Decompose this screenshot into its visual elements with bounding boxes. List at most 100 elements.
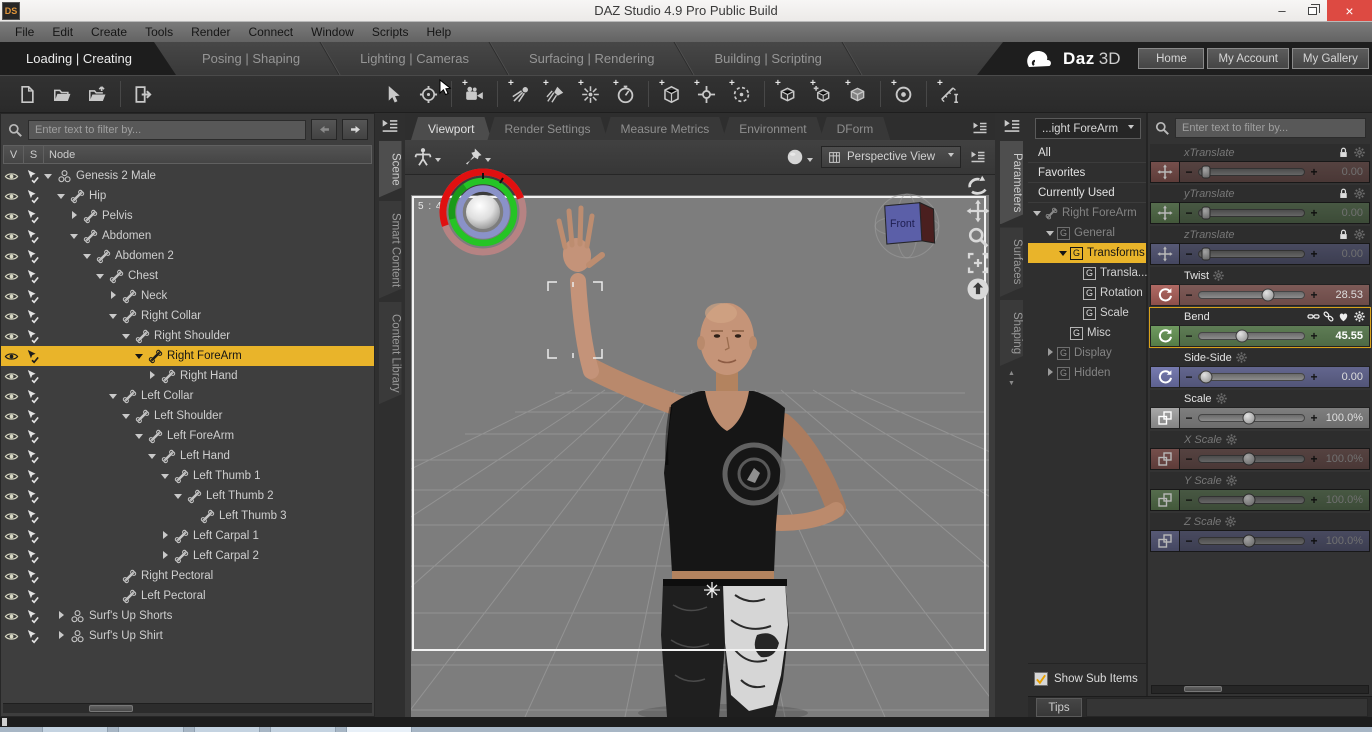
parameter-value[interactable]: 100.0% bbox=[1319, 535, 1365, 547]
visibility-eye-icon[interactable] bbox=[1, 248, 22, 264]
scene-tree-row[interactable]: Left Carpal 1 bbox=[1, 526, 374, 546]
show-sub-items-checkbox[interactable] bbox=[1034, 672, 1048, 686]
nudge-decrement-button[interactable]: − bbox=[1184, 370, 1194, 384]
visibility-eye-icon[interactable] bbox=[1, 228, 22, 244]
selectability-cursor-icon[interactable] bbox=[22, 548, 43, 564]
expand-arrow[interactable] bbox=[160, 470, 172, 482]
scene-tree-row[interactable]: Left Thumb 2 bbox=[1, 486, 374, 506]
tool-button[interactable]: + bbox=[890, 78, 917, 108]
parameter-link-icons[interactable] bbox=[1307, 310, 1350, 323]
visibility-eye-icon[interactable] bbox=[1, 348, 22, 364]
parameter-value[interactable]: 0.00 bbox=[1319, 207, 1365, 219]
visibility-eye-icon[interactable] bbox=[1, 628, 22, 644]
visibility-eye-icon[interactable] bbox=[1, 368, 22, 384]
account-link-button[interactable]: My Gallery bbox=[1291, 48, 1369, 69]
selectability-cursor-icon[interactable] bbox=[22, 348, 43, 364]
slider-track[interactable] bbox=[1198, 206, 1305, 220]
rotation-ball-control[interactable] bbox=[435, 164, 531, 260]
visibility-eye-icon[interactable] bbox=[1, 388, 22, 404]
slider-track[interactable] bbox=[1198, 247, 1305, 261]
gear-icon[interactable] bbox=[1353, 187, 1366, 200]
menu-item[interactable]: Connect bbox=[239, 22, 302, 42]
scene-tree-row[interactable]: Abdomen 2 bbox=[1, 246, 374, 266]
orientation-cube[interactable]: Front bbox=[872, 191, 942, 261]
visibility-eye-icon[interactable] bbox=[1, 488, 22, 504]
visibility-eye-icon[interactable] bbox=[1, 208, 22, 224]
activity-tab[interactable]: Posing | Shaping bbox=[176, 42, 334, 75]
selectability-cursor-icon[interactable] bbox=[22, 608, 43, 624]
draw-style-button[interactable] bbox=[785, 147, 813, 167]
slider-track[interactable] bbox=[1198, 493, 1305, 507]
tool-button[interactable]: + bbox=[844, 78, 871, 108]
visibility-eye-icon[interactable] bbox=[1, 588, 22, 604]
parameter-value[interactable]: 0.00 bbox=[1319, 248, 1365, 260]
expand-arrow[interactable] bbox=[108, 310, 120, 322]
scene-tree-row[interactable]: Right Shoulder bbox=[1, 326, 374, 346]
expand-arrow[interactable] bbox=[147, 370, 159, 382]
camera-selector-dropdown[interactable]: Perspective View bbox=[821, 146, 961, 168]
parameter-value[interactable]: 100.0% bbox=[1319, 453, 1365, 465]
tool-button[interactable]: + bbox=[774, 78, 801, 108]
selectability-cursor-icon[interactable] bbox=[22, 568, 43, 584]
visibility-eye-icon[interactable] bbox=[1, 188, 22, 204]
expand-arrow[interactable] bbox=[1045, 367, 1057, 379]
minimize-button[interactable]: – bbox=[1267, 0, 1297, 21]
selectability-cursor-icon[interactable] bbox=[22, 628, 43, 644]
slider-handle[interactable] bbox=[1235, 329, 1249, 343]
selectability-cursor-icon[interactable] bbox=[22, 188, 43, 204]
gear-icon[interactable] bbox=[1225, 474, 1238, 487]
account-link-button[interactable]: My Account bbox=[1207, 48, 1289, 69]
scene-horizontal-scrollbar[interactable] bbox=[3, 703, 372, 713]
scrollbar-grip[interactable] bbox=[89, 705, 133, 712]
scene-tree-row[interactable]: Genesis 2 Male bbox=[1, 166, 374, 186]
selectability-cursor-icon[interactable] bbox=[22, 288, 43, 304]
expand-arrow[interactable] bbox=[69, 210, 81, 222]
activity-tab[interactable]: Lighting | Cameras bbox=[334, 42, 503, 75]
menu-item[interactable]: Window bbox=[302, 22, 363, 42]
tool-button[interactable]: + bbox=[461, 78, 488, 108]
scene-tree-row[interactable]: Hip bbox=[1, 186, 374, 206]
scene-tree-row[interactable]: Left Collar bbox=[1, 386, 374, 406]
visibility-eye-icon[interactable] bbox=[1, 328, 22, 344]
tool-button[interactable]: + bbox=[809, 78, 836, 108]
nudge-decrement-button[interactable]: − bbox=[1184, 329, 1194, 343]
lock-icon[interactable] bbox=[1337, 228, 1350, 241]
expand-arrow[interactable] bbox=[1058, 327, 1070, 339]
expand-arrow[interactable] bbox=[82, 250, 94, 262]
expand-arrow[interactable] bbox=[160, 550, 172, 562]
filter-forward-button[interactable] bbox=[342, 119, 368, 140]
parameter-value[interactable]: 0.00 bbox=[1319, 371, 1365, 383]
file-tool-button[interactable] bbox=[130, 81, 157, 108]
nudge-decrement-button[interactable]: − bbox=[1184, 411, 1194, 425]
selectability-cursor-icon[interactable] bbox=[22, 388, 43, 404]
menu-item[interactable]: Edit bbox=[43, 22, 82, 42]
zoom-tool-icon[interactable] bbox=[966, 225, 990, 249]
column-node[interactable]: Node bbox=[44, 146, 371, 163]
expand-arrow[interactable] bbox=[108, 570, 120, 582]
menu-item[interactable]: Render bbox=[182, 22, 239, 42]
viewport-tab[interactable]: DForm bbox=[820, 117, 891, 140]
parameter-value[interactable]: 28.53 bbox=[1319, 289, 1365, 301]
expand-arrow[interactable] bbox=[186, 510, 198, 522]
expand-arrow[interactable] bbox=[56, 610, 68, 622]
nudge-decrement-button[interactable]: − bbox=[1184, 288, 1194, 302]
nudge-increment-button[interactable]: + bbox=[1309, 493, 1319, 507]
expand-arrow[interactable] bbox=[43, 170, 55, 182]
viewport-pane-options-icon[interactable] bbox=[971, 120, 989, 136]
selectability-cursor-icon[interactable] bbox=[22, 588, 43, 604]
expand-arrow[interactable] bbox=[108, 590, 120, 602]
viewport-tab[interactable]: Environment bbox=[722, 117, 823, 140]
expand-arrow[interactable] bbox=[121, 410, 133, 422]
selectability-cursor-icon[interactable] bbox=[22, 408, 43, 424]
scene-tree-row[interactable]: Left Thumb 1 bbox=[1, 466, 374, 486]
gear-icon[interactable] bbox=[1212, 269, 1225, 282]
column-visible[interactable]: V bbox=[4, 146, 24, 163]
selectability-cursor-icon[interactable] bbox=[22, 368, 43, 384]
expand-arrow[interactable] bbox=[1071, 307, 1083, 319]
right-dock-tab[interactable]: Parameters bbox=[1000, 141, 1023, 224]
filter-back-button[interactable] bbox=[311, 119, 337, 140]
slider-track[interactable] bbox=[1198, 534, 1305, 548]
tool-button[interactable]: + bbox=[542, 78, 569, 108]
nudge-increment-button[interactable]: + bbox=[1309, 370, 1319, 384]
parameter-value[interactable]: 100.0% bbox=[1319, 494, 1365, 506]
